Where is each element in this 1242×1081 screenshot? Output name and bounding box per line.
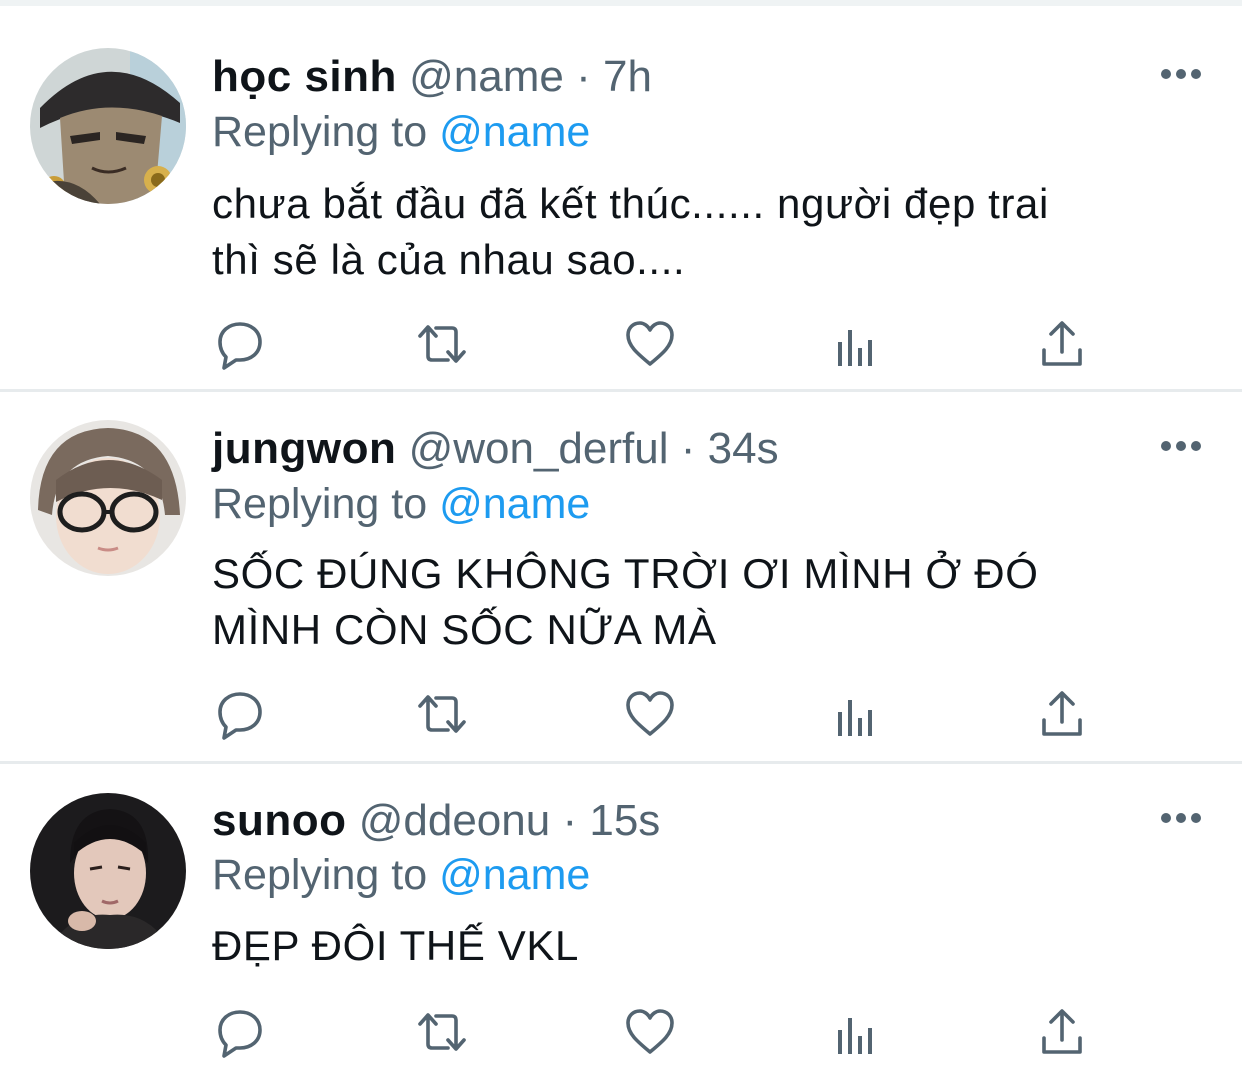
tweet-text-line: thì sẽ là của nhau sao.... — [212, 236, 686, 283]
person-portrait-avatar-icon — [30, 793, 186, 949]
reply-button[interactable] — [212, 1004, 268, 1060]
avatar[interactable] — [30, 420, 186, 576]
more-dots-icon — [1161, 441, 1201, 451]
analytics-button[interactable] — [828, 1004, 884, 1060]
timestamp[interactable]: 15s — [589, 796, 660, 845]
more-button[interactable] — [1160, 811, 1202, 825]
reply-bubble-icon — [218, 1010, 262, 1058]
tweet-text: chưa bắt đầu đã kết thúc...... người đẹp… — [212, 176, 1202, 288]
more-dots-icon — [1161, 69, 1201, 79]
avatar[interactable] — [30, 793, 186, 949]
tweet-text-line: SỐC ĐÚNG KHÔNG TRỜI ƠI MÌNH Ở ĐÓ — [212, 550, 1039, 597]
tweet-text: ĐẸP ĐÔI THẾ VKL — [212, 918, 1202, 974]
more-button[interactable] — [1160, 439, 1202, 453]
analytics-bars-icon — [838, 1018, 872, 1054]
replying-to: Replying to @name — [212, 104, 590, 160]
analytics-button[interactable] — [828, 686, 884, 742]
like-button[interactable] — [622, 316, 678, 372]
replying-to: Replying to @name — [212, 847, 590, 903]
analytics-bars-icon — [838, 700, 872, 736]
tweet-header: jungwon @won_derful · 34s — [212, 421, 779, 477]
share-upload-icon — [1042, 1009, 1082, 1054]
display-name[interactable]: sunoo — [212, 796, 346, 845]
tweet-actions — [212, 316, 1092, 372]
heart-icon — [626, 321, 674, 366]
timestamp[interactable]: 34s — [708, 424, 779, 473]
tweet-header: sunoo @ddeonu · 15s — [212, 793, 660, 849]
display-name[interactable]: học sinh — [212, 52, 397, 101]
like-button[interactable] — [622, 686, 678, 742]
replying-to-link[interactable]: @name — [439, 851, 590, 899]
more-button[interactable] — [1160, 67, 1202, 81]
share-upload-icon — [1042, 691, 1082, 736]
tweet-text: SỐC ĐÚNG KHÔNG TRỜI ƠI MÌNH Ở ĐÓ MÌNH CÒ… — [212, 546, 1202, 658]
display-name[interactable]: jungwon — [212, 424, 396, 473]
retweet-button[interactable] — [414, 316, 470, 372]
separator-dot: · — [680, 424, 696, 473]
user-handle[interactable]: @won_derful — [409, 424, 669, 473]
replying-prefix: Replying to — [212, 108, 428, 156]
separator-dot: · — [562, 796, 578, 845]
reply-bubble-icon — [218, 322, 262, 370]
tweet-reply[interactable]: jungwon @won_derful · 34s Replying to @n… — [0, 392, 1242, 764]
more-dots-icon — [1161, 813, 1201, 823]
replying-to: Replying to @name — [212, 476, 590, 532]
retweet-button[interactable] — [414, 686, 470, 742]
tweet-actions — [212, 1004, 1092, 1060]
timestamp[interactable]: 7h — [603, 52, 652, 101]
separator-dot: · — [576, 52, 591, 101]
analytics-button[interactable] — [828, 316, 884, 372]
replying-prefix: Replying to — [212, 480, 428, 528]
heart-icon — [626, 1009, 674, 1054]
share-button[interactable] — [1034, 316, 1090, 372]
tweet-reply[interactable]: học sinh @name · 7h Replying to @name ch… — [0, 6, 1242, 392]
retweet-icon — [418, 1013, 466, 1051]
avatar[interactable] — [30, 48, 186, 204]
user-handle[interactable]: @ddeonu — [359, 796, 551, 845]
replying-to-link[interactable]: @name — [439, 480, 590, 528]
tweet-text-line: chưa bắt đầu đã kết thúc...... người đẹp… — [212, 180, 1049, 227]
retweet-icon — [418, 695, 466, 733]
reply-button[interactable] — [212, 316, 268, 372]
reply-bubble-icon — [218, 692, 262, 740]
reply-button[interactable] — [212, 686, 268, 742]
tweet-reply[interactable]: sunoo @ddeonu · 15s Replying to @name ĐẸ… — [0, 764, 1242, 1081]
retweet-button[interactable] — [414, 1004, 470, 1060]
share-upload-icon — [1042, 321, 1082, 366]
replying-prefix: Replying to — [212, 851, 428, 899]
tweet-text-line: MÌNH CÒN SỐC NỮA MÀ — [212, 606, 717, 653]
tweet-text-line: ĐẸP ĐÔI THẾ VKL — [212, 922, 579, 969]
heart-icon — [626, 691, 674, 736]
person-with-glasses-avatar-icon — [30, 420, 186, 576]
share-button[interactable] — [1034, 1004, 1090, 1060]
tweet-actions — [212, 686, 1092, 742]
analytics-bars-icon — [838, 330, 872, 366]
tweet-header: học sinh @name · 7h — [212, 49, 652, 105]
like-button[interactable] — [622, 1004, 678, 1060]
share-button[interactable] — [1034, 686, 1090, 742]
retweet-icon — [418, 325, 466, 363]
user-handle[interactable]: @name — [409, 52, 564, 101]
anime-character-avatar-icon — [30, 48, 186, 204]
replying-to-link[interactable]: @name — [439, 108, 590, 156]
